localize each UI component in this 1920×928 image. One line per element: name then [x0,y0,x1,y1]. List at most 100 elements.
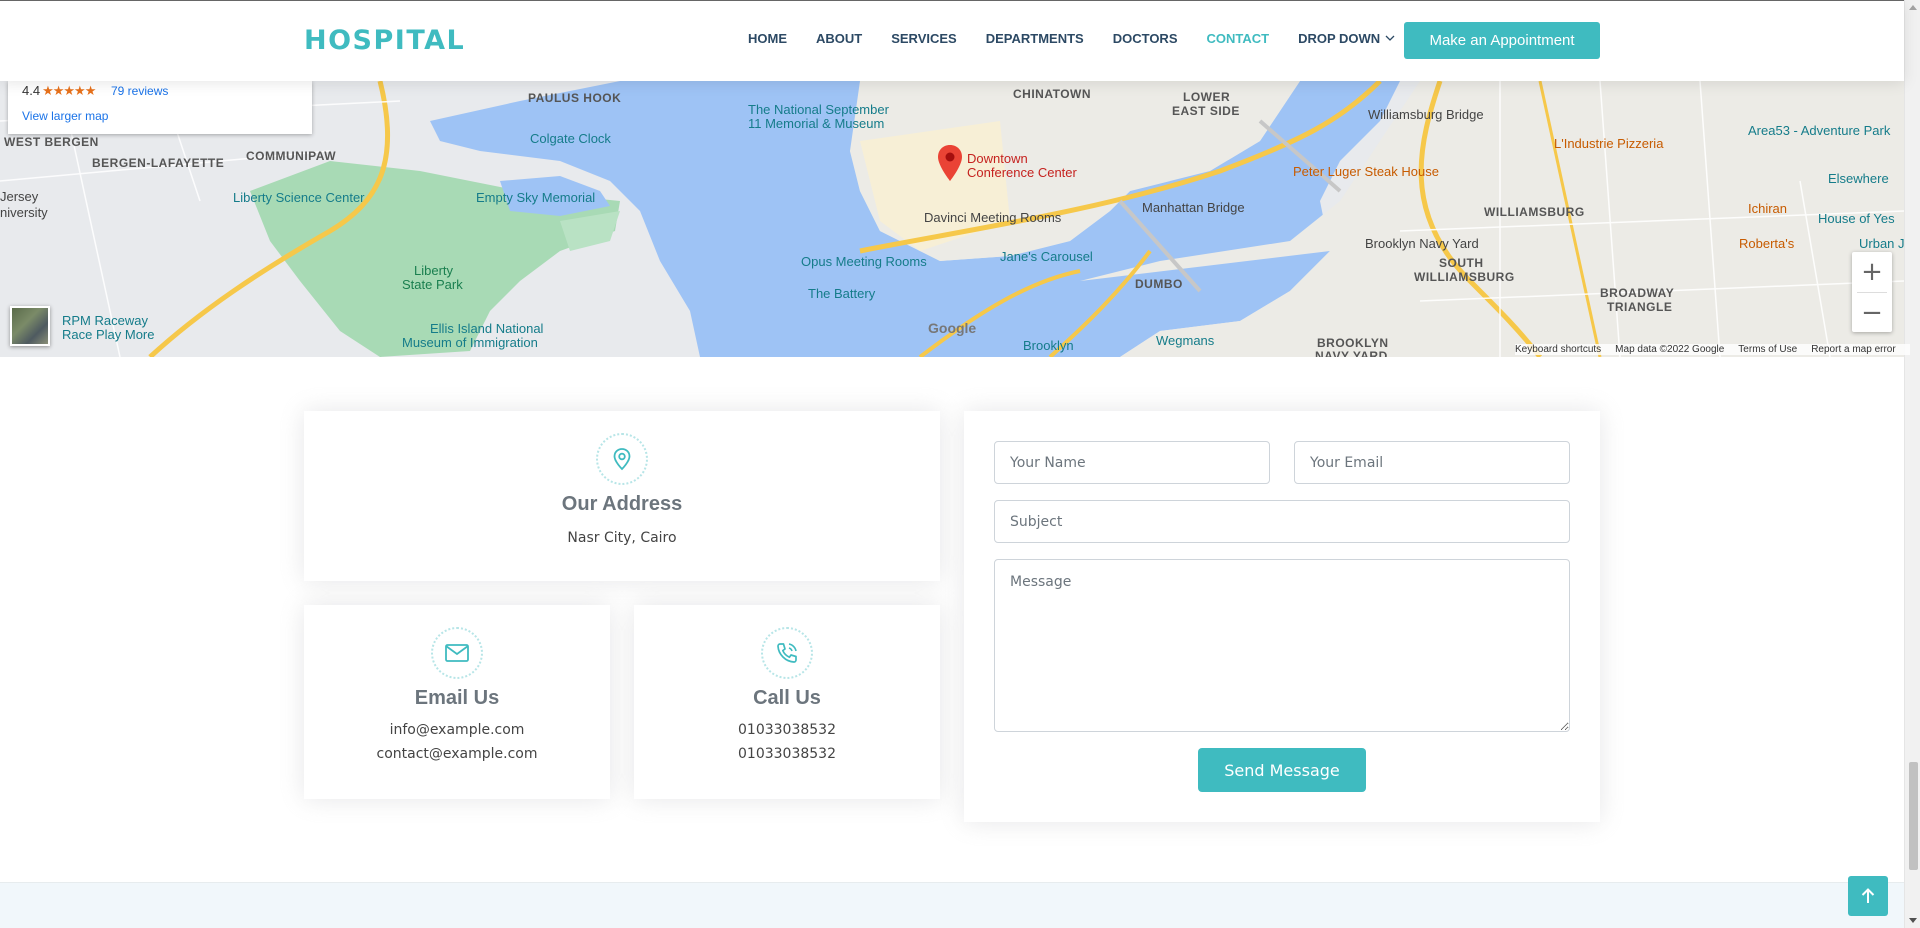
email-title: Email Us [414,687,500,709]
phone-line-1[interactable]: 01033038532 [634,718,940,742]
address-box: Our Address Nasr City, Cairo [304,411,940,581]
map-label: Jersey [0,189,39,204]
map-label: Jane's Carousel [1000,249,1093,264]
map-label: Davinci Meeting Rooms [924,210,1062,225]
name-input[interactable] [994,441,1270,484]
map-label: Urban J [1859,236,1904,251]
call-icon-circle [761,627,813,679]
map-info-card: 4.4 ★★★★★ 79 reviews View larger map [8,81,312,134]
zoom-in-icon[interactable]: + [1852,252,1892,292]
back-to-top-button[interactable] [1848,876,1888,916]
map-label: COMMUNIPAW [246,149,337,163]
map-label: Peter Luger Steak House [1293,164,1439,179]
map-label: EAST SIDE [1172,104,1240,118]
map-label: Liberty [414,263,454,278]
scroll-up-arrow[interactable] [1909,5,1917,10]
call-values: 01033038532 01033038532 [634,718,940,766]
map-label: Empty Sky Memorial [476,190,596,205]
send-message-button[interactable]: Send Message [1198,748,1366,792]
report-error-link[interactable]: Report a map error [1811,344,1895,355]
map-label: BROADWAY [1600,286,1675,300]
map-label: Liberty Science Center [233,190,365,205]
map-label: LOWER [1183,90,1231,104]
map-label: Museum of Immigration [402,335,538,350]
keyboard-shortcuts-link[interactable]: Keyboard shortcuts [1515,344,1601,355]
nav-departments[interactable]: DEPARTMENTS [986,31,1084,46]
map-label: WEST BERGEN [4,135,99,149]
rating-value: 4.4 [22,83,41,98]
chevron-down-icon [1385,35,1395,41]
map-label: Elsewhere [1828,171,1889,186]
nav-contact[interactable]: CONTACT [1206,31,1269,46]
email-icon-circle [431,627,483,679]
reviews-link[interactable]: 79 reviews [111,84,168,98]
map-label: 11 Memorial & Museum [748,116,885,131]
map-label: Roberta's [1739,236,1795,251]
map-label: Brooklyn [1023,338,1074,353]
scroll-down-arrow[interactable] [1909,918,1917,923]
nav-home[interactable]: HOME [748,31,787,46]
phone-line-2[interactable]: 01033038532 [634,742,940,766]
map-label: House of Yes [1818,211,1895,226]
map-label: The Battery [808,286,876,301]
view-larger-map-link[interactable]: View larger map [22,109,108,123]
scroll-thumb[interactable] [1909,762,1918,870]
message-textarea[interactable] [994,559,1570,732]
map-label: Ellis Island National [430,321,544,336]
map-label: Race Play More [62,327,155,342]
map-data-text: Map data ©2022 Google [1615,344,1725,355]
make-appointment-button[interactable]: Make an Appointment [1404,22,1600,59]
map-label: Colgate Clock [530,131,611,146]
map-label: niversity [0,205,48,220]
map-label: NAVY YARD [1315,349,1388,357]
map-label: Brooklyn Navy Yard [1365,236,1479,251]
map-label: CHINATOWN [1013,87,1092,101]
map-marker-icon[interactable] [938,145,962,181]
main-nav: HOME ABOUT SERVICES DEPARTMENTS DOCTORS … [748,31,1424,46]
map-label: BERGEN-LAFAYETTE [92,156,225,170]
terms-link[interactable]: Terms of Use [1738,344,1797,355]
map-label: WILLIAMSBURG [1484,205,1585,219]
email-box: Email Us info@example.com contact@exampl… [304,605,610,799]
google-logo: Google [928,320,977,336]
map-label: Wegmans [1156,333,1215,348]
map-label: The National September [748,102,889,117]
address-icon-circle [596,433,648,485]
subject-input[interactable] [994,500,1570,543]
location-pin-icon [613,448,631,471]
email-line-1[interactable]: info@example.com [304,718,610,742]
map-label: BROOKLYN [1317,336,1389,350]
site-header: HOSPITAL HOME ABOUT SERVICES DEPARTMENTS… [0,0,1904,81]
zoom-out-icon[interactable]: − [1852,293,1892,333]
satellite-toggle[interactable] [10,306,50,346]
map-label: Opus Meeting Rooms [801,254,927,269]
map-label: Williamsburg Bridge [1368,107,1484,122]
phone-icon [777,643,797,663]
email-input[interactable] [1294,441,1570,484]
map-rating: 4.4 ★★★★★ [22,83,96,99]
rating-stars: ★★★★★ [42,83,96,98]
arrow-up-icon [1861,888,1875,903]
nav-dropdown-label: DROP DOWN [1298,31,1381,46]
logo[interactable]: HOSPITAL [304,25,465,56]
map-label: L'Industrie Pizzeria [1554,136,1664,151]
map-label: Area53 - Adventure Park [1748,123,1891,138]
map-label: State Park [402,277,463,292]
page-scrollbar[interactable] [1904,0,1920,928]
map-label: WILLIAMSBURG [1414,270,1515,284]
map-label: TRIANGLE [1607,300,1673,314]
map-label: PAULUS HOOK [528,91,622,105]
nav-about[interactable]: ABOUT [816,31,862,46]
nav-dropdown[interactable]: DROP DOWN [1298,31,1395,46]
map-footer: Keyboard shortcuts Map data ©2022 Google… [1515,344,1910,355]
contact-form: Send Message [964,411,1600,822]
envelope-icon [445,644,469,662]
nav-services[interactable]: SERVICES [891,31,957,46]
map-label: SOUTH [1439,256,1484,270]
email-line-2[interactable]: contact@example.com [304,742,610,766]
address-title: Our Address [561,493,683,515]
nav-doctors[interactable]: DOCTORS [1113,31,1178,46]
map-label: RPM Raceway [62,313,148,328]
map-label: Downtown [967,151,1028,166]
call-box: Call Us 01033038532 01033038532 [634,605,940,799]
